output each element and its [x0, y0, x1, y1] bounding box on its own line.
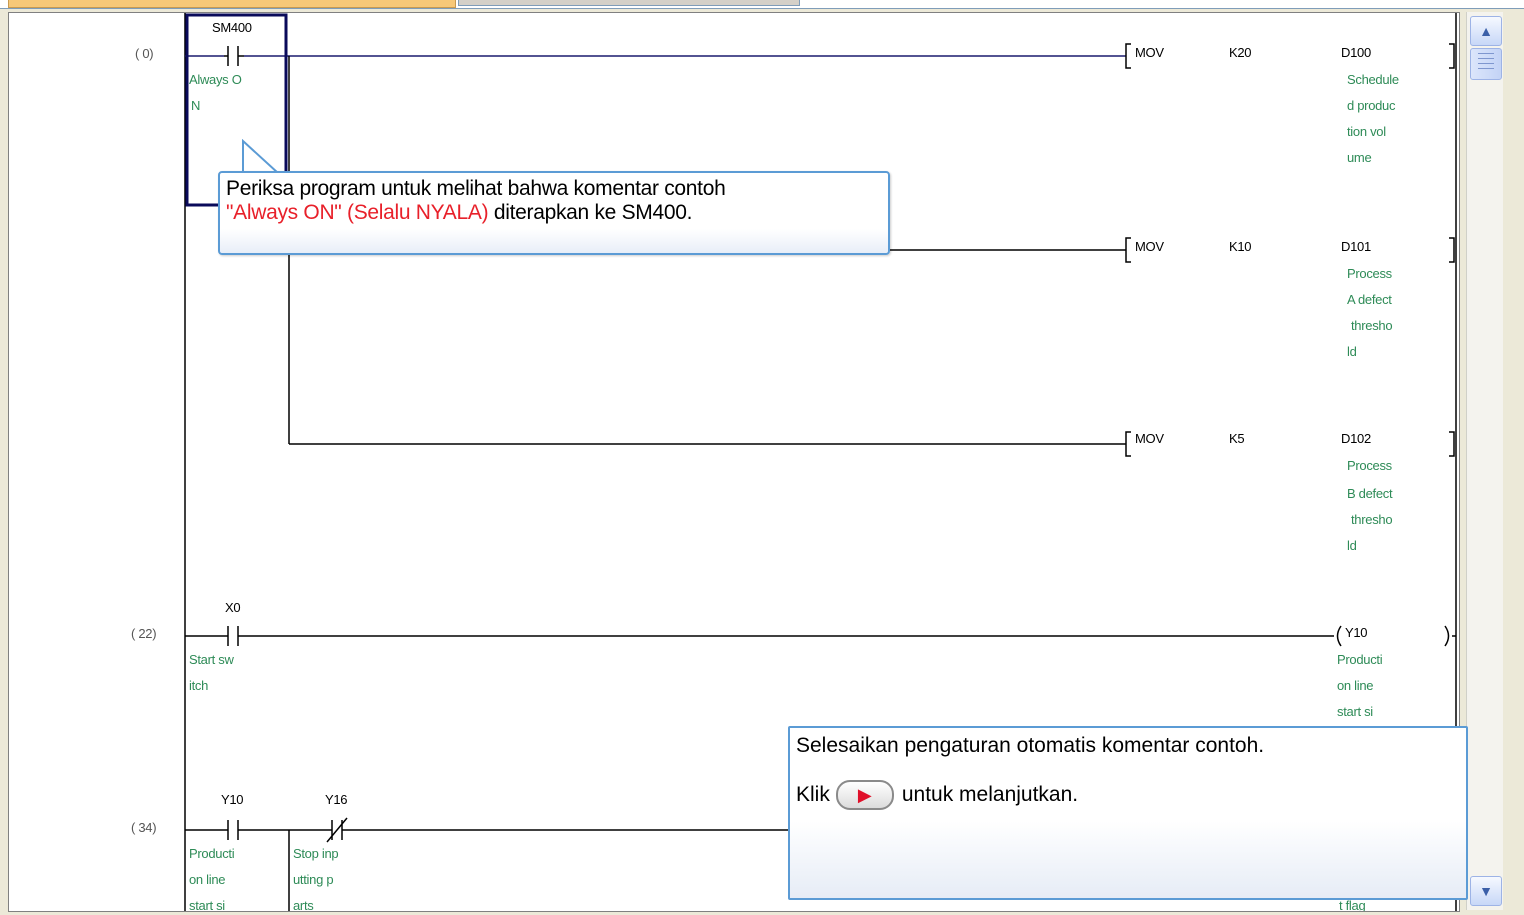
instruction-op: MOV [1135, 431, 1164, 446]
device-comment: ld [1347, 344, 1357, 359]
chevron-up-icon[interactable]: ▲ [1470, 16, 1502, 46]
scrollbar-thumb[interactable] [1470, 48, 1502, 80]
device-comment: start si [189, 898, 225, 912]
device-comment: ume [1347, 150, 1372, 165]
device-comment: B defect [1347, 486, 1393, 501]
instruction-src: K20 [1229, 45, 1252, 60]
device-comment: Process [1347, 458, 1392, 473]
instruction-src: K5 [1229, 431, 1245, 446]
device-comment: tion vol [1347, 124, 1386, 139]
device-comment: arts [293, 898, 314, 912]
device-comment: Process [1347, 266, 1392, 281]
instruction-message: Selesaikan pengaturan otomatis komentar … [796, 734, 1265, 757]
ladder-editor-window: ( 0) ( 22) ( 34) SM400 X0 Y10 Y16 Always… [0, 0, 1524, 915]
play-arrow-icon[interactable]: ▶ [835, 780, 894, 810]
tutorial-instruction-panel: Selesaikan pengaturan otomatis komentar … [788, 726, 1468, 900]
device-comment: on line [1337, 678, 1374, 693]
callout-text: diterapkan ke SM400. [488, 201, 693, 224]
coil-label: Y10 [1345, 625, 1368, 640]
tab-strip [0, 0, 1524, 9]
device-comment: Schedule [1347, 72, 1399, 87]
device-label: Y16 [325, 792, 348, 807]
device-comment: d produc [1347, 98, 1396, 113]
instruction-row: Klik ▶ untuk melanjutkan. [796, 780, 1078, 810]
device-label: SM400 [212, 20, 252, 35]
tutorial-callout: Periksa program untuk melihat bahwa kome… [218, 171, 890, 255]
tab-active[interactable] [8, 0, 456, 8]
device-comment: Producti [189, 846, 235, 861]
coil-y10 [1336, 625, 1342, 647]
callout-pointer [242, 139, 279, 174]
instruction-dst: D100 [1341, 45, 1371, 60]
device-comment: Producti [1337, 652, 1383, 667]
callout-text-line2: "Always ON" (Selalu NYALA) diterapkan ke… [226, 201, 692, 225]
window-border [1504, 12, 1524, 910]
device-comment: utting p [293, 872, 334, 887]
device-comment: ld [1347, 538, 1357, 553]
step-number: ( 34) [131, 820, 157, 835]
device-comment: Stop inp [293, 846, 339, 861]
instruction-op: MOV [1135, 45, 1164, 60]
highlight-text: "Always ON" (Selalu NYALA) [226, 201, 489, 224]
device-label: X0 [225, 600, 241, 615]
device-comment: itch [189, 678, 209, 693]
tab-inactive[interactable] [458, 0, 800, 6]
step-number: ( 0) [135, 46, 154, 61]
instruction-dst: D102 [1341, 431, 1371, 446]
device-comment: thresho [1351, 318, 1393, 333]
vertical-scrollbar[interactable]: ▲ ▼ [1466, 12, 1503, 910]
callout-text: Periksa program untuk melihat bahwa kome… [226, 177, 726, 200]
device-comment: t flag [1339, 898, 1366, 912]
step-number: ( 22) [131, 626, 157, 641]
chevron-down-icon[interactable]: ▼ [1470, 876, 1502, 906]
device-comment: Always O [189, 72, 242, 87]
device-label: Y10 [221, 792, 244, 807]
click-prefix: Klik [796, 783, 830, 806]
device-comment: thresho [1351, 512, 1393, 527]
device-comment: Start sw [189, 652, 234, 667]
instruction-dst: D101 [1341, 239, 1371, 254]
device-comment: start si [1337, 704, 1373, 719]
device-comment: A defect [1347, 292, 1392, 307]
device-comment: on line [189, 872, 226, 887]
instruction-src: K10 [1229, 239, 1252, 254]
device-comment: N [191, 98, 201, 113]
instruction-op: MOV [1135, 239, 1164, 254]
click-suffix: untuk melanjutkan. [901, 783, 1079, 806]
